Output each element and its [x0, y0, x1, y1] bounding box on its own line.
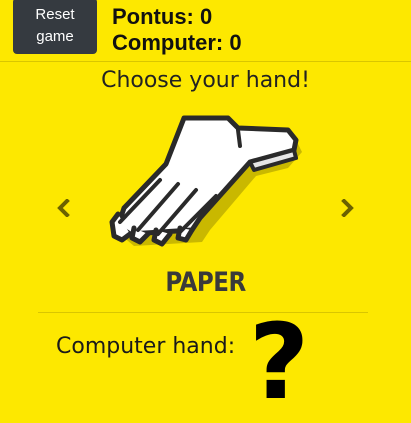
player-score: Pontus: 0: [112, 4, 213, 29]
divider: [0, 61, 411, 62]
selected-hand-label: PAPER: [165, 268, 246, 298]
chevron-left-icon: [57, 199, 70, 217]
divider: [38, 312, 368, 313]
top-bar: Reset game Pontus: 0 Computer: 0: [0, 0, 411, 62]
computer-score: Computer: 0: [112, 30, 242, 55]
page-title: Choose your hand!: [101, 68, 310, 93]
scoreboard: Pontus: 0 Computer: 0: [112, 4, 242, 56]
previous-hand-button[interactable]: [52, 196, 74, 220]
next-hand-button[interactable]: [337, 196, 359, 220]
selected-hand[interactable]: [100, 110, 310, 270]
paper-hand-icon: [109, 115, 302, 247]
computer-hand-label: Computer hand:: [56, 334, 236, 359]
reset-game-button[interactable]: Reset game: [13, 0, 97, 54]
chevron-right-icon: [341, 199, 354, 217]
computer-hand-unknown: ?: [248, 301, 310, 423]
